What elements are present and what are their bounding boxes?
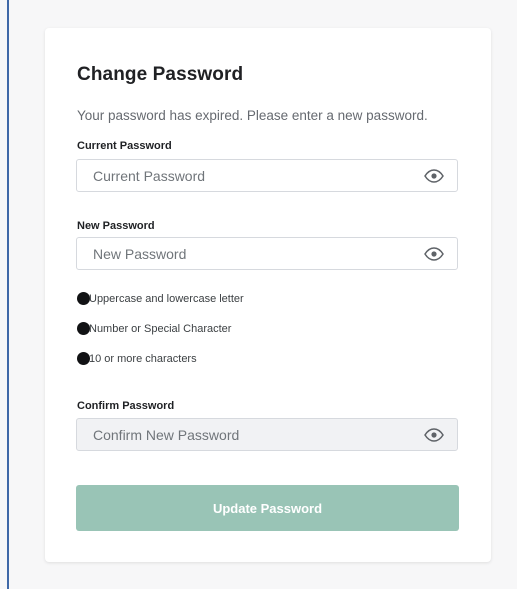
eye-icon[interactable] (424, 428, 444, 442)
page-title: Change Password (77, 64, 244, 85)
current-password-field (76, 159, 458, 192)
update-password-button[interactable]: Update Password (76, 485, 459, 531)
current-password-input[interactable] (77, 160, 433, 191)
requirement-text: 10 or more characters (89, 353, 197, 365)
eye-icon[interactable] (424, 247, 444, 261)
requirement-text: Number or Special Character (89, 323, 232, 335)
new-password-field (76, 237, 458, 270)
new-password-label: New Password (77, 220, 155, 232)
requirement-text: Uppercase and lowercase letter (89, 293, 244, 305)
confirm-password-label: Confirm Password (77, 400, 175, 412)
eye-icon[interactable] (424, 169, 444, 183)
current-password-label: Current Password (77, 140, 172, 152)
expired-message: Your password has expired. Please enter … (77, 108, 428, 123)
confirm-password-field (76, 418, 458, 451)
confirm-password-input[interactable] (77, 419, 433, 450)
window-border (7, 0, 9, 589)
change-password-card: Change Password Your password has expire… (45, 28, 491, 562)
new-password-input[interactable] (77, 238, 433, 269)
